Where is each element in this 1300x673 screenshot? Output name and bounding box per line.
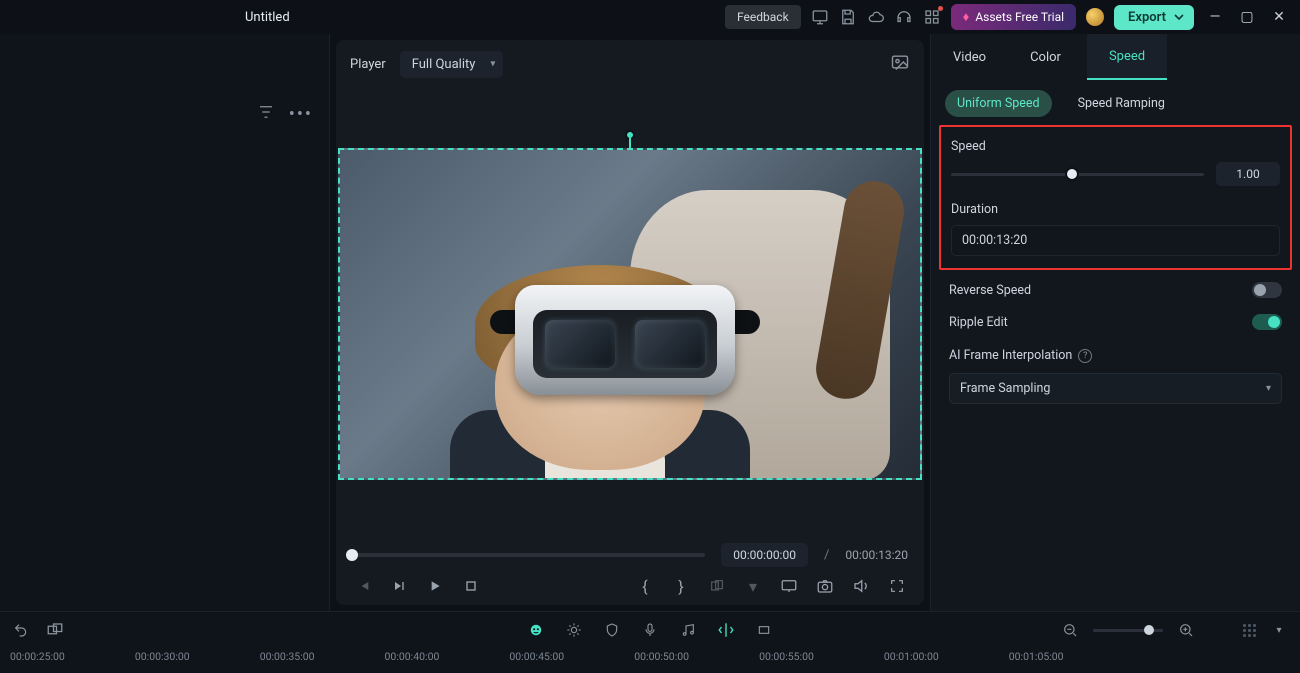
ai-tools-icon[interactable] — [527, 621, 545, 639]
display-icon[interactable] — [811, 8, 829, 26]
drag-handle-icon[interactable] — [1243, 624, 1256, 637]
display-out-button[interactable] — [780, 577, 798, 595]
more-icon[interactable]: ••• — [289, 104, 313, 125]
close-button[interactable]: ✕ — [1268, 9, 1290, 25]
subtab-uniform-speed[interactable]: Uniform Speed — [945, 90, 1052, 117]
timecode-separator: / — [824, 548, 829, 563]
total-timecode: 00:00:13:20 — [845, 548, 908, 562]
volume-icon[interactable] — [852, 577, 870, 595]
ruler-tick: 00:00:50:00 — [634, 650, 689, 663]
maximize-button[interactable]: ▢ — [1236, 9, 1258, 25]
media-panel: ••• — [0, 34, 330, 611]
crop-ratio-button — [708, 577, 726, 595]
assets-trial-label: Assets Free Trial — [975, 10, 1064, 24]
speed-label: Speed — [951, 139, 1280, 154]
inspector-panel: Video Color Speed Uniform Speed Speed Ra… — [930, 34, 1300, 611]
assets-trial-button[interactable]: ♦ Assets Free Trial — [951, 4, 1076, 30]
profile-avatar-icon[interactable] — [1086, 8, 1104, 26]
tab-speed[interactable]: Speed — [1087, 34, 1167, 80]
snapshot-icon[interactable] — [890, 52, 910, 76]
quality-select[interactable]: Full Quality ▾ — [400, 51, 504, 78]
info-icon[interactable]: ? — [1078, 349, 1092, 363]
ripple-edit-label: Ripple Edit — [949, 315, 1008, 330]
progress-slider[interactable] — [352, 553, 705, 557]
export-button[interactable]: Export — [1114, 5, 1194, 30]
fullscreen-icon[interactable] — [888, 577, 906, 595]
overlap-icon[interactable] — [46, 621, 64, 639]
crop-icon[interactable] — [755, 621, 773, 639]
chevron-down-icon — [1174, 12, 1184, 22]
ai-mode-value: Frame Sampling — [960, 381, 1050, 396]
save-icon[interactable] — [839, 8, 857, 26]
tab-video[interactable]: Video — [931, 34, 1008, 80]
video-preview[interactable] — [338, 148, 922, 480]
project-title: Untitled — [245, 10, 290, 25]
cloud-icon[interactable] — [867, 8, 885, 26]
current-timecode[interactable]: 00:00:00:00 — [721, 543, 808, 567]
adjust-icon[interactable] — [565, 621, 583, 639]
chevron-down-icon: ▾ — [1266, 383, 1271, 394]
reverse-speed-label: Reverse Speed — [949, 283, 1031, 298]
shield-icon[interactable] — [603, 621, 621, 639]
prev-frame-button — [354, 577, 372, 595]
ruler-tick: 00:00:40:00 — [385, 650, 440, 663]
ruler-tick: 00:00:30:00 — [135, 650, 190, 663]
time-ruler[interactable]: 00:00:25:00 00:00:30:00 00:00:35:00 00:0… — [0, 648, 1300, 670]
gem-icon: ♦ — [963, 9, 970, 25]
duration-label: Duration — [951, 202, 1280, 217]
zoom-out-icon[interactable] — [1061, 621, 1079, 639]
ai-mode-select[interactable]: Frame Sampling ▾ — [949, 373, 1282, 404]
ruler-tick: 00:00:35:00 — [260, 650, 315, 663]
player-label: Player — [350, 57, 386, 72]
timeline-panel: ▾ 00:00:25:00 00:00:30:00 00:00:35:00 00… — [0, 611, 1300, 673]
reverse-speed-toggle[interactable] — [1252, 282, 1282, 298]
speed-slider[interactable] — [951, 173, 1204, 176]
headset-icon[interactable] — [895, 8, 913, 26]
ruler-tick: 00:01:05:00 — [1009, 650, 1064, 663]
filter-icon[interactable] — [257, 103, 275, 125]
mic-icon[interactable] — [641, 621, 659, 639]
ai-interpolation-label: AI Frame Interpolation — [949, 348, 1072, 363]
zoom-slider[interactable] — [1093, 629, 1163, 632]
chevron-down-icon[interactable]: ▾ — [1270, 621, 1288, 639]
notification-dot — [938, 6, 943, 11]
feedback-button[interactable]: Feedback — [725, 5, 801, 29]
ruler-tick: 00:00:55:00 — [759, 650, 814, 663]
speed-slider-thumb[interactable] — [1065, 167, 1079, 181]
video-canvas[interactable] — [338, 148, 922, 480]
ruler-tick: 00:00:25:00 — [10, 650, 65, 663]
step-forward-button[interactable] — [390, 577, 408, 595]
ripple-edit-toggle[interactable] — [1252, 314, 1282, 330]
progress-thumb[interactable] — [346, 549, 358, 561]
duration-input[interactable]: 00:00:13:20 — [951, 225, 1280, 256]
play-button[interactable] — [426, 577, 444, 595]
ruler-tick: 00:01:00:00 — [884, 650, 939, 663]
preview-content — [340, 150, 920, 478]
split-icon[interactable] — [717, 621, 735, 639]
apps-icon[interactable] — [923, 8, 941, 26]
undo-icon[interactable] — [12, 621, 30, 639]
export-label: Export — [1128, 10, 1166, 25]
ruler-tick: 00:00:45:00 — [509, 650, 564, 663]
mark-in-button[interactable]: { — [636, 577, 654, 595]
zoom-in-icon[interactable] — [1177, 621, 1195, 639]
subtab-speed-ramping[interactable]: Speed Ramping — [1066, 90, 1177, 117]
quality-value: Full Quality — [412, 57, 476, 72]
chevron-down-icon: ▾ — [744, 577, 762, 595]
chevron-down-icon: ▾ — [490, 59, 495, 70]
minimize-button[interactable]: — — [1204, 9, 1226, 25]
tab-color[interactable]: Color — [1008, 34, 1083, 80]
zoom-thumb[interactable] — [1144, 625, 1154, 635]
speed-value[interactable]: 1.00 — [1216, 162, 1280, 186]
speed-highlight-box: Speed 1.00 Duration 00:00:13:20 — [939, 125, 1292, 270]
music-icon[interactable] — [679, 621, 697, 639]
camera-icon[interactable] — [816, 577, 834, 595]
player-panel: Player Full Quality ▾ — [336, 40, 924, 605]
mark-out-button[interactable]: } — [672, 577, 690, 595]
stop-button[interactable] — [462, 577, 480, 595]
